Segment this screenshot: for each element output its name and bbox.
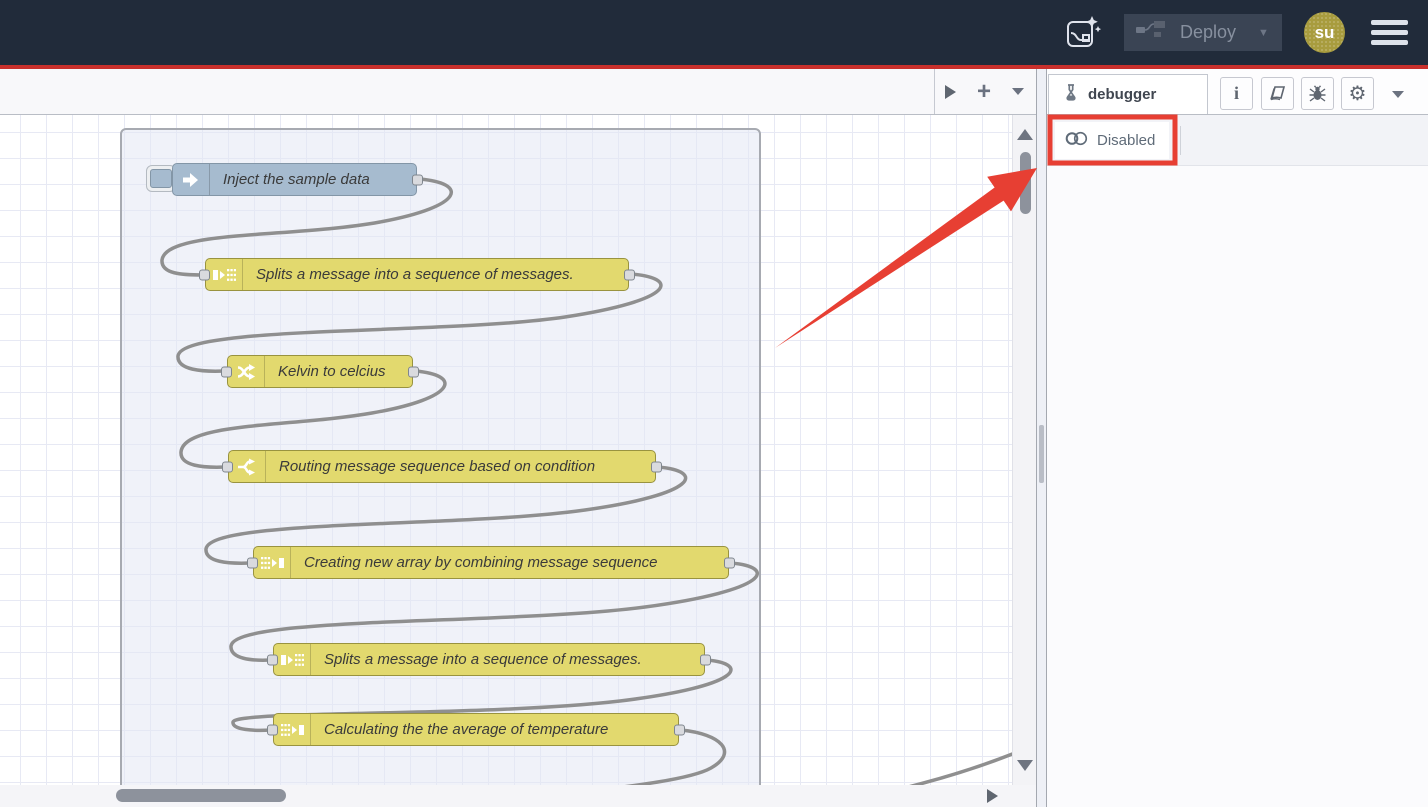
- flow-canvas[interactable]: Inject the sample data Splits a message i…: [0, 115, 1012, 785]
- node-join2[interactable]: Calculating the the average of temperatu…: [273, 713, 679, 746]
- book-icon[interactable]: [1261, 77, 1294, 110]
- input-port[interactable]: [267, 724, 278, 735]
- chevron-down-icon[interactable]: [1012, 88, 1024, 95]
- input-port[interactable]: [247, 557, 258, 568]
- split-icon: [206, 259, 243, 290]
- bug-icon[interactable]: [1301, 77, 1334, 110]
- hamburger-menu-icon[interactable]: [1367, 16, 1412, 49]
- play-icon[interactable]: [945, 85, 956, 99]
- sidebar-header: debugger i ⚙: [1047, 69, 1428, 115]
- node-split1[interactable]: Splits a message into a sequence of mess…: [205, 258, 629, 291]
- output-port[interactable]: [700, 654, 711, 665]
- deploy-label: Deploy: [1180, 22, 1236, 43]
- node-label: Splits a message into a sequence of mess…: [311, 644, 704, 675]
- node-split2[interactable]: Splits a message into a sequence of mess…: [273, 643, 705, 676]
- vertical-scroll-thumb[interactable]: [1020, 152, 1031, 214]
- output-port[interactable]: [412, 174, 423, 185]
- avatar[interactable]: su: [1304, 12, 1345, 53]
- fork-icon: [229, 451, 266, 482]
- join-icon: [274, 714, 311, 745]
- vertical-scrollbar[interactable]: [1012, 115, 1036, 785]
- flow-sparkle-icon[interactable]: [1064, 14, 1102, 52]
- node-label: Routing message sequence based on condit…: [266, 451, 655, 482]
- node-label: Kelvin to celcius: [265, 356, 412, 387]
- sidebar-tab-label: debugger: [1088, 86, 1156, 103]
- input-port[interactable]: [267, 654, 278, 665]
- debug-messages-panel: [1047, 166, 1428, 807]
- toggle-icon: [1065, 131, 1089, 150]
- debug-toolbar: Disabled: [1047, 115, 1428, 166]
- output-port[interactable]: [624, 269, 635, 280]
- split-icon: [274, 644, 311, 675]
- node-switch1[interactable]: Routing message sequence based on condit…: [228, 450, 656, 483]
- scroll-down-icon[interactable]: [1017, 760, 1033, 771]
- info-icon[interactable]: i: [1220, 77, 1253, 110]
- output-port[interactable]: [408, 366, 419, 377]
- debug-disabled-filter-button[interactable]: Disabled: [1055, 122, 1169, 159]
- node-label: Inject the sample data: [210, 164, 416, 195]
- node-join1[interactable]: Creating new array by combining message …: [253, 546, 729, 579]
- output-port[interactable]: [724, 557, 735, 568]
- node-label: Creating new array by combining message …: [291, 547, 728, 578]
- scroll-right-icon[interactable]: [987, 789, 998, 803]
- horizontal-scroll-thumb[interactable]: [116, 789, 286, 802]
- shuffle-icon: [228, 356, 265, 387]
- splitter-handle[interactable]: [1039, 425, 1044, 483]
- sidebar: debugger i ⚙: [1047, 69, 1428, 807]
- node-label: Splits a message into a sequence of mess…: [243, 259, 628, 290]
- node-change1[interactable]: Kelvin to celcius: [227, 355, 413, 388]
- input-port[interactable]: [221, 366, 232, 377]
- node-inject[interactable]: Inject the sample data: [172, 163, 417, 196]
- node-label: Calculating the the average of temperatu…: [311, 714, 678, 745]
- input-port[interactable]: [222, 461, 233, 472]
- header-accent-line: [0, 65, 1428, 69]
- filter-button-label: Disabled: [1097, 132, 1155, 149]
- plus-icon[interactable]: +: [977, 80, 991, 104]
- deploy-nodes-icon: [1136, 20, 1168, 45]
- inject-arrow-icon: [173, 164, 210, 195]
- app-header: Deploy ▼ su: [0, 0, 1428, 65]
- deploy-chevron-down-icon[interactable]: ▼: [1258, 27, 1269, 39]
- sidebar-chevron-down-icon[interactable]: [1392, 91, 1404, 98]
- gear-icon[interactable]: ⚙: [1341, 77, 1374, 110]
- output-port[interactable]: [674, 724, 685, 735]
- sidebar-splitter[interactable]: [1036, 69, 1047, 807]
- flask-icon: [1063, 84, 1079, 106]
- deploy-button[interactable]: Deploy ▼: [1124, 14, 1282, 51]
- horizontal-scrollbar[interactable]: [0, 785, 1036, 807]
- output-port[interactable]: [651, 461, 662, 472]
- join-icon: [254, 547, 291, 578]
- tab-debugger[interactable]: debugger: [1048, 74, 1208, 114]
- scroll-up-icon[interactable]: [1017, 129, 1033, 140]
- input-port[interactable]: [199, 269, 210, 280]
- workspace-tabbar: +: [0, 69, 1036, 115]
- toolbar-divider: [1180, 126, 1181, 155]
